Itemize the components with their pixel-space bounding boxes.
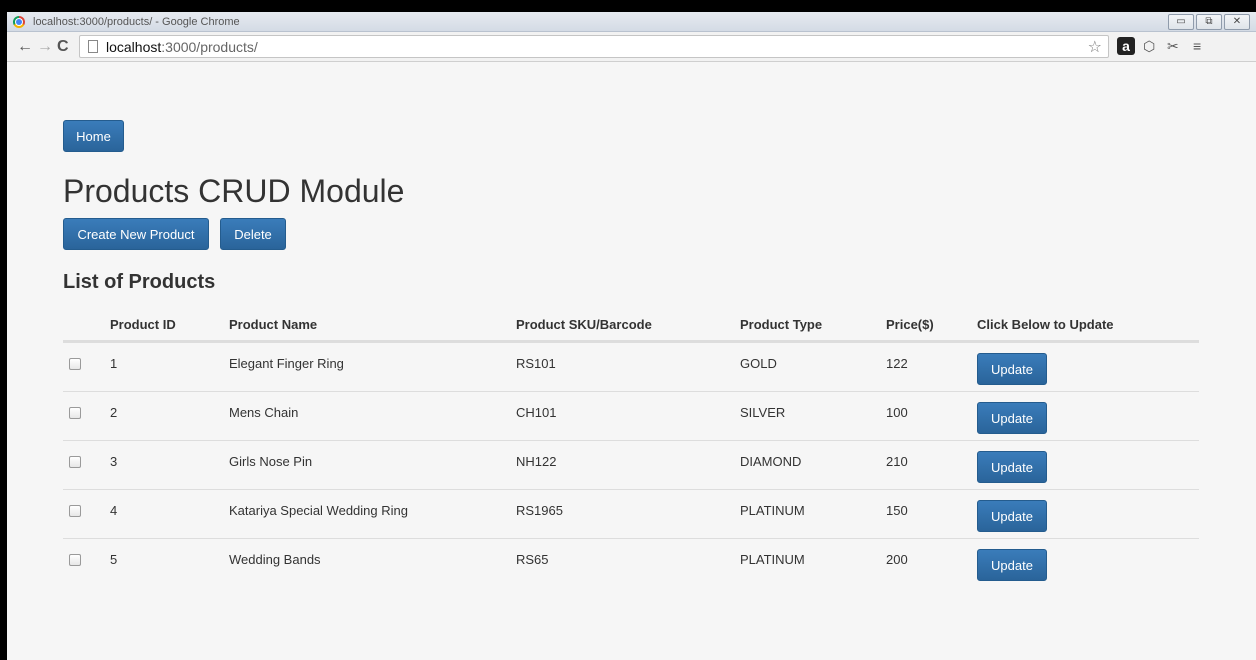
address-bar[interactable]: localhost:3000/products/ ☆ — [79, 35, 1109, 58]
reload-icon[interactable]: C — [57, 37, 69, 57]
row-checkbox[interactable] — [69, 554, 81, 566]
browser-window: localhost:3000/products/ - Google Chrome… — [7, 12, 1256, 660]
url-path: :3000/products/ — [161, 39, 258, 55]
header-update: Click Below to Update — [977, 317, 1114, 332]
page-content: Home Products CRUD Module Create New Pro… — [7, 63, 1256, 660]
cell-product-name: Wedding Bands — [229, 552, 321, 567]
tools-extension-icon[interactable]: ✂ — [1167, 37, 1179, 55]
cell-product-id: 3 — [110, 454, 118, 469]
amazon-extension-icon[interactable]: a — [1117, 37, 1135, 55]
table-row: 3 Girls Nose Pin NH122 DIAMOND 210 Updat… — [63, 440, 1199, 489]
header-product-name: Product Name — [229, 317, 318, 332]
minimize-button[interactable]: ▭ — [1168, 14, 1194, 30]
window-title: localhost:3000/products/ - Google Chrome — [33, 16, 240, 28]
cell-product-name: Elegant Finger Ring — [229, 356, 344, 371]
cell-product-id: 2 — [110, 405, 118, 420]
page-icon — [88, 40, 98, 53]
cell-product-sku: RS101 — [516, 356, 556, 371]
cell-price: 100 — [886, 405, 908, 420]
forward-arrow-icon[interactable]: → — [37, 37, 53, 57]
cell-product-type: SILVER — [740, 405, 786, 420]
delete-button[interactable]: Delete — [220, 218, 286, 250]
cell-product-type: DIAMOND — [740, 454, 802, 469]
row-checkbox[interactable] — [69, 358, 81, 370]
update-button[interactable]: Update — [977, 500, 1047, 532]
cell-price: 122 — [886, 356, 908, 371]
restore-button[interactable]: ⧉ — [1196, 14, 1222, 30]
page-title: Products CRUD Module — [63, 173, 405, 209]
cell-product-sku: NH122 — [516, 454, 557, 469]
url-text[interactable]: localhost:3000/products/ — [106, 39, 258, 55]
list-heading: List of Products — [63, 271, 216, 293]
row-checkbox[interactable] — [69, 407, 81, 419]
table-row: 2 Mens Chain CH101 SILVER 100 Update — [63, 391, 1199, 440]
window-controls: ▭ ⧉ ✕ — [1168, 14, 1250, 30]
cell-price: 150 — [886, 503, 908, 518]
title-bar: localhost:3000/products/ - Google Chrome… — [7, 12, 1256, 32]
update-button[interactable]: Update — [977, 353, 1047, 385]
table-row: 5 Wedding Bands RS65 PLATINUM 200 Update — [63, 538, 1199, 587]
update-button[interactable]: Update — [977, 402, 1047, 434]
home-button[interactable]: Home — [63, 120, 124, 152]
star-icon[interactable]: ☆ — [1088, 37, 1102, 57]
close-button[interactable]: ✕ — [1224, 14, 1250, 30]
update-button[interactable]: Update — [977, 451, 1047, 483]
cell-price: 210 — [886, 454, 908, 469]
url-host: localhost — [106, 39, 162, 55]
cell-product-id: 1 — [110, 356, 118, 371]
cell-product-type: PLATINUM — [740, 503, 805, 518]
cell-product-type: PLATINUM — [740, 552, 805, 567]
chrome-logo-icon — [13, 16, 25, 28]
header-product-type: Product Type — [740, 317, 823, 332]
table-header-row: Product ID Product Name Product SKU/Barc… — [63, 311, 1199, 342]
cell-product-id: 4 — [110, 503, 118, 518]
cell-product-name: Girls Nose Pin — [229, 454, 313, 469]
cell-product-sku: RS1965 — [516, 503, 563, 518]
cell-product-sku: CH101 — [516, 405, 557, 420]
cell-product-name: Mens Chain — [229, 405, 299, 420]
update-button[interactable]: Update — [977, 549, 1047, 581]
menu-icon[interactable]: ≡ — [1193, 37, 1201, 55]
cell-product-sku: RS65 — [516, 552, 549, 567]
cube-extension-icon[interactable]: ⬡ — [1143, 37, 1155, 55]
create-product-button[interactable]: Create New Product — [63, 218, 209, 250]
row-checkbox[interactable] — [69, 456, 81, 468]
header-product-id: Product ID — [110, 317, 176, 332]
header-price: Price($) — [886, 317, 934, 332]
cell-product-name: Katariya Special Wedding Ring — [229, 503, 408, 518]
cell-product-id: 5 — [110, 552, 118, 567]
table-row: 1 Elegant Finger Ring RS101 GOLD 122 Upd… — [63, 342, 1199, 391]
cell-product-type: GOLD — [740, 356, 777, 371]
back-arrow-icon[interactable]: ← — [17, 37, 33, 57]
cell-price: 200 — [886, 552, 908, 567]
products-table: Product ID Product Name Product SKU/Barc… — [63, 311, 1199, 587]
browser-toolbar: ← → C localhost:3000/products/ ☆ a ⬡ ✂ ≡ — [7, 32, 1256, 62]
table-row: 4 Katariya Special Wedding Ring RS1965 P… — [63, 489, 1199, 538]
header-product-sku: Product SKU/Barcode — [516, 317, 652, 332]
row-checkbox[interactable] — [69, 505, 81, 517]
